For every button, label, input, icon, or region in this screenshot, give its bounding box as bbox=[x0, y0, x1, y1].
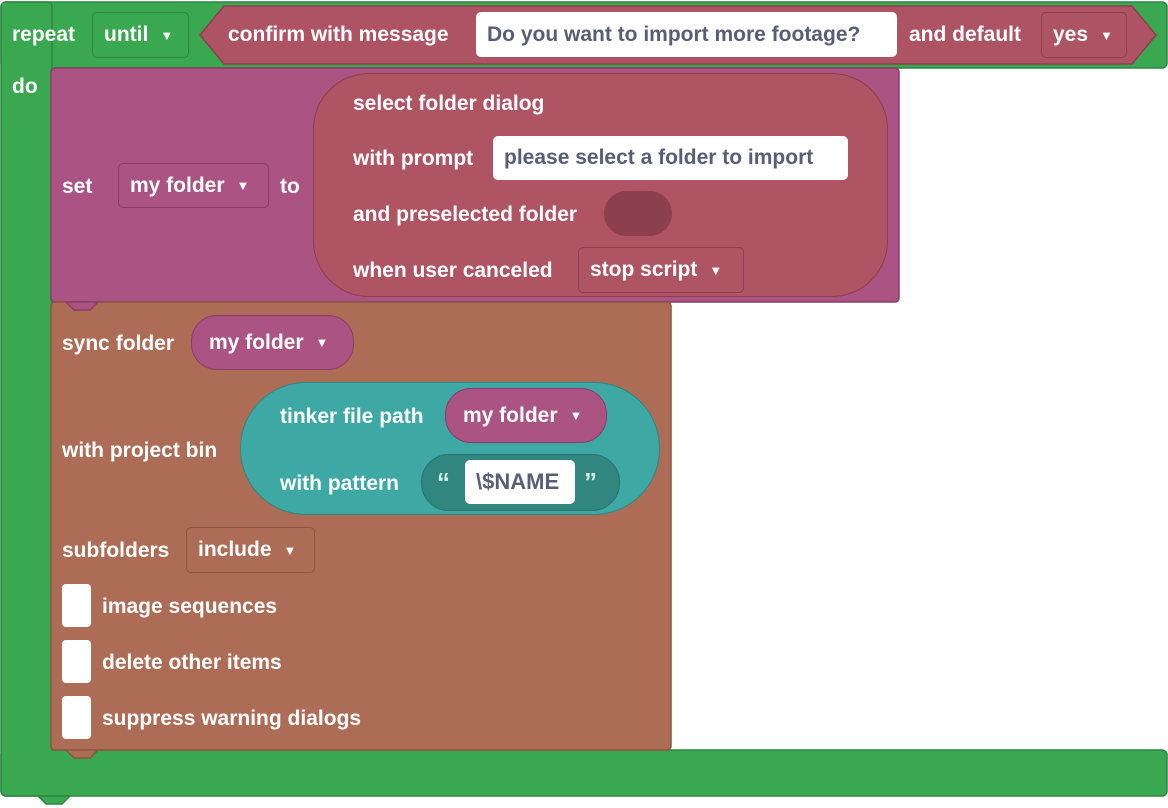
subfolders-value: include bbox=[198, 538, 272, 561]
chevron-down-icon: ▼ bbox=[569, 408, 583, 423]
chevron-down-icon: ▼ bbox=[283, 542, 297, 558]
project-bin-label: with project bin bbox=[62, 439, 218, 462]
suppress-warnings-checkbox[interactable] bbox=[62, 696, 91, 739]
sync-folder-variable[interactable]: my folder ▼ bbox=[191, 315, 354, 370]
tinker-label: tinker file path bbox=[280, 405, 424, 428]
right-double-quote-icon: ” bbox=[584, 467, 597, 497]
image-sequences-checkbox[interactable] bbox=[62, 584, 91, 627]
pattern-label: with pattern bbox=[280, 472, 399, 495]
subfolders-label: subfolders bbox=[62, 539, 170, 562]
left-double-quote-icon: “ bbox=[437, 467, 450, 497]
sync-label: sync folder bbox=[62, 332, 175, 355]
tinker-variable[interactable]: my folder ▼ bbox=[445, 388, 607, 443]
tinker-variable-value: my folder bbox=[463, 403, 558, 427]
delete-other-items-label: delete other items bbox=[102, 651, 282, 674]
suppress-warnings-label: suppress warning dialogs bbox=[102, 707, 362, 730]
delete-other-items-checkbox[interactable] bbox=[62, 640, 91, 683]
sync-folder-value: my folder bbox=[209, 330, 304, 354]
subfolders-dropdown[interactable]: include ▼ bbox=[186, 527, 315, 573]
pattern-field[interactable]: \$NAME bbox=[465, 460, 575, 504]
image-sequences-label: image sequences bbox=[102, 595, 278, 618]
chevron-down-icon: ▼ bbox=[315, 335, 329, 350]
